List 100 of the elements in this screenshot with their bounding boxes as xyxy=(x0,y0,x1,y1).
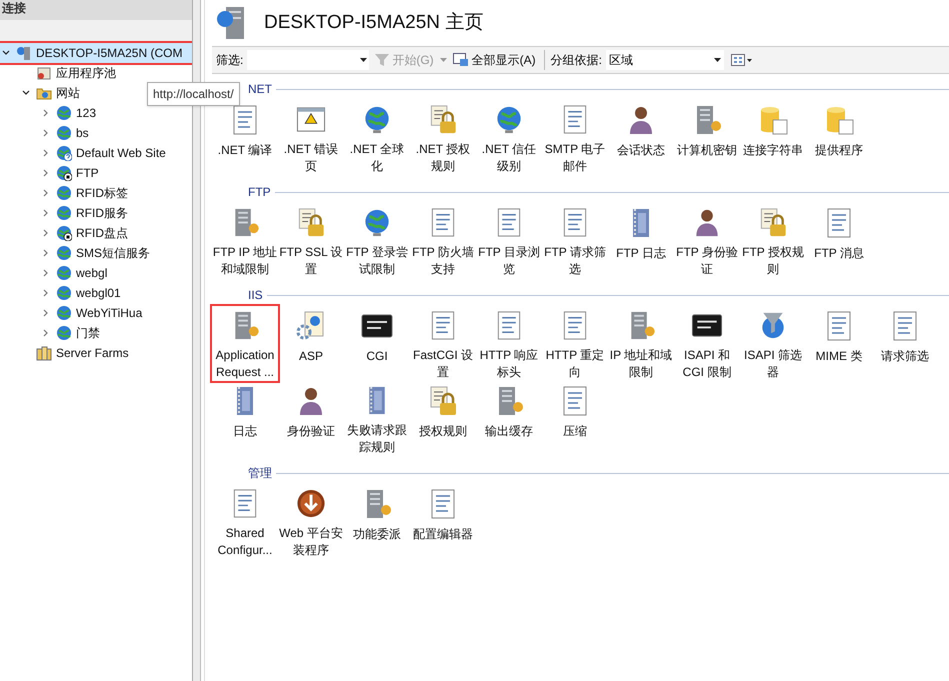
feature-item[interactable]: .NET 错误页 xyxy=(278,100,344,175)
caret-icon[interactable] xyxy=(440,58,447,62)
tree-item[interactable]: 123 xyxy=(40,103,192,123)
feature-item[interactable]: FastCGI 设置 xyxy=(410,306,476,381)
tree-item[interactable]: RFID服务 xyxy=(40,203,192,223)
feature-label: 授权规则 xyxy=(418,423,468,440)
group-heading: 管理 xyxy=(248,465,272,482)
feature-item[interactable]: Application Request ... xyxy=(212,306,278,381)
tree-item[interactable]: Server Farms xyxy=(20,343,192,363)
feature-item[interactable]: FTP 消息 xyxy=(806,203,872,278)
chevron-right-icon[interactable] xyxy=(42,309,50,317)
feature-item[interactable]: 身份验证 xyxy=(278,381,344,456)
feature-label: HTTP 响应标头 xyxy=(478,347,540,381)
feature-item[interactable]: FTP 身份验证 xyxy=(674,203,740,278)
tree-item[interactable]: RFID标签 xyxy=(40,183,192,203)
feature-item[interactable]: FTP 登录尝试限制 xyxy=(344,203,410,278)
globe-icon xyxy=(56,265,72,281)
feature-label: 提供程序 xyxy=(814,142,864,159)
globe-icon xyxy=(56,145,72,161)
feature-item[interactable]: .NET 授权规则 xyxy=(410,100,476,175)
feature-item[interactable]: .NET 信任级别 xyxy=(476,100,542,175)
chevron-down-icon[interactable] xyxy=(2,49,10,57)
feature-item[interactable]: 提供程序 xyxy=(806,100,872,175)
tree-item[interactable]: SMS短信服务 xyxy=(40,243,192,263)
feature-item[interactable]: FTP 防火墙支持 xyxy=(410,203,476,278)
chevron-right-icon[interactable] xyxy=(42,169,50,177)
feature-label: 连接字符串 xyxy=(742,142,804,159)
tree-item[interactable]: bs xyxy=(40,123,192,143)
feature-item[interactable]: 配置编辑器 xyxy=(410,484,476,559)
tree-item[interactable]: webgl01 xyxy=(40,283,192,303)
feature-item[interactable]: ISAPI 筛选器 xyxy=(740,306,806,381)
feature-item[interactable]: 计算机密钥 xyxy=(674,100,740,175)
group-by-select[interactable]: 区域 xyxy=(606,50,724,70)
chevron-right-icon[interactable] xyxy=(42,289,50,297)
feature-item[interactable]: FTP 日志 xyxy=(608,203,674,278)
feature-item[interactable]: 授权规则 xyxy=(410,381,476,456)
chevron-right-icon[interactable] xyxy=(42,209,50,217)
feature-item[interactable]: 输出缓存 xyxy=(476,381,542,456)
feature-item[interactable]: Shared Configur... xyxy=(212,484,278,559)
feature-item[interactable]: FTP 请求筛选 xyxy=(542,203,608,278)
chevron-right-icon[interactable] xyxy=(42,109,50,117)
tree-item[interactable]: 门禁 xyxy=(40,323,192,343)
feature-item[interactable]: .NET 全球化 xyxy=(344,100,410,175)
feature-label: Application Request ... xyxy=(214,347,276,381)
feature-item[interactable]: HTTP 重定向 xyxy=(542,306,608,381)
globe-icon xyxy=(56,105,72,121)
feature-label: 压缩 xyxy=(562,423,588,440)
group-heading: FTP xyxy=(248,184,271,201)
chevron-right-icon[interactable] xyxy=(42,249,50,257)
panel-header: 连接 xyxy=(0,0,192,20)
feature-item[interactable]: FTP SSL 设置 xyxy=(278,203,344,278)
globe-icon xyxy=(56,305,72,321)
chevron-right-icon[interactable] xyxy=(42,229,50,237)
feature-label: ISAPI 筛选器 xyxy=(742,347,803,381)
feature-item[interactable]: FTP 授权规则 xyxy=(740,203,806,278)
chevron-right-icon[interactable] xyxy=(42,149,50,157)
feature-label: HTTP 重定向 xyxy=(544,347,606,381)
tree-item[interactable]: webgl xyxy=(40,263,192,283)
feature-item[interactable]: ASP xyxy=(278,306,344,381)
feature-item[interactable]: IP 地址和域限制 xyxy=(608,306,674,381)
feature-label: Shared Configur... xyxy=(216,525,274,559)
chevron-down-icon[interactable] xyxy=(22,89,30,97)
group-heading: NET xyxy=(248,81,272,98)
feature-item[interactable]: Web 平台安装程序 xyxy=(278,484,344,559)
chevron-right-icon[interactable] xyxy=(42,269,50,277)
tree-item[interactable]: Default Web Site xyxy=(40,143,192,163)
feature-label: 身份验证 xyxy=(286,423,336,440)
feature-label: FTP 身份验证 xyxy=(675,244,739,278)
feature-item[interactable]: CGI xyxy=(344,306,410,381)
tree-item[interactable]: FTP xyxy=(40,163,192,183)
tree-item[interactable]: 应用程序池 xyxy=(20,63,192,83)
feature-item[interactable]: 日志 xyxy=(212,381,278,456)
chevron-right-icon[interactable] xyxy=(42,129,50,137)
group-by-label: 分组依据: xyxy=(550,52,602,69)
feature-item[interactable]: 功能委派 xyxy=(344,484,410,559)
feature-item[interactable]: HTTP 响应标头 xyxy=(476,306,542,381)
tree-item[interactable]: WebYiTiHua xyxy=(40,303,192,323)
feature-item[interactable]: 压缩 xyxy=(542,381,608,456)
globe-icon xyxy=(56,125,72,141)
feature-label: 配置编辑器 xyxy=(412,526,474,543)
tree-item[interactable]: RFID盘点 xyxy=(40,223,192,243)
feature-item[interactable]: ISAPI 和 CGI 限制 xyxy=(674,306,740,381)
chevron-right-icon[interactable] xyxy=(42,189,50,197)
feature-item[interactable]: 失败请求跟踪规则 xyxy=(344,381,410,456)
feature-item[interactable]: FTP IP 地址和域限制 xyxy=(212,203,278,278)
feature-item[interactable]: FTP 目录浏览 xyxy=(476,203,542,278)
caret-icon xyxy=(747,58,752,62)
feature-item[interactable]: 请求筛选 xyxy=(872,306,938,381)
server-group-icon xyxy=(36,345,52,361)
feature-item[interactable]: MIME 类 xyxy=(806,306,872,381)
feature-item[interactable]: 连接字符串 xyxy=(740,100,806,175)
grid-view-icon xyxy=(731,54,746,66)
show-all-button[interactable]: 全部显示(A) xyxy=(450,51,538,69)
download-icon xyxy=(295,488,327,519)
chevron-right-icon[interactable] xyxy=(42,329,50,337)
tree-item[interactable]: DESKTOP-I5MA25N (COM xyxy=(0,43,192,63)
globe-icon xyxy=(56,325,72,341)
feature-item[interactable]: SMTP 电子邮件 xyxy=(542,100,608,175)
feature-label: .NET 错误页 xyxy=(282,141,340,175)
feature-item[interactable]: 会话状态 xyxy=(608,100,674,175)
